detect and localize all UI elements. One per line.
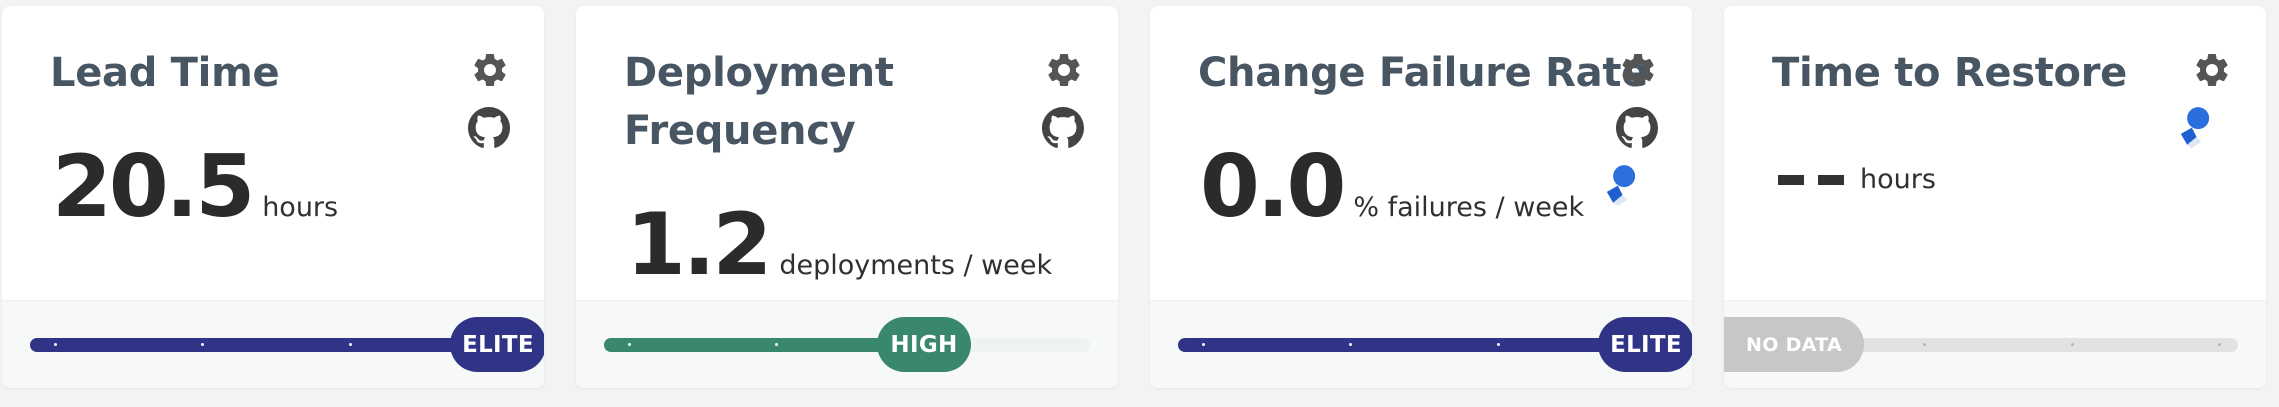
metric-unit: deployments / week bbox=[779, 250, 1053, 281]
dash bbox=[1818, 174, 1844, 185]
rating-tick bbox=[2218, 343, 2221, 346]
rating-tick bbox=[1497, 343, 1500, 346]
rating-tick bbox=[54, 343, 57, 346]
card-title: Time to Restore bbox=[1772, 50, 2127, 96]
rating-footer: HIGH bbox=[576, 300, 1118, 388]
metric-value: 1.2 bbox=[626, 195, 772, 295]
rating-tick bbox=[1349, 343, 1352, 346]
card-title: Deployment Frequency bbox=[624, 50, 894, 154]
rating-tick bbox=[775, 343, 778, 346]
card-title: Change Failure Rate bbox=[1198, 50, 1648, 96]
rating-tick bbox=[1202, 343, 1205, 346]
rating-badge: ELITE bbox=[450, 317, 544, 372]
rating-tick bbox=[349, 343, 352, 346]
rating-tick bbox=[1923, 343, 1926, 346]
rating-tick bbox=[628, 343, 631, 346]
metric-value: 0.0 bbox=[1200, 137, 1346, 237]
rating-tick bbox=[201, 343, 204, 346]
metric: 0.0 % failures / week bbox=[1200, 144, 1584, 230]
rating-badge: ELITE bbox=[1598, 317, 1692, 372]
rating-badge: HIGH bbox=[877, 317, 971, 372]
rating-badge: NO DATA bbox=[1724, 317, 1864, 372]
rating-tick bbox=[2071, 343, 2074, 346]
jira-icon bbox=[1606, 165, 1636, 206]
metric-card-lead-time: Lead Time 20.5 hours ELITE bbox=[2, 6, 544, 388]
no-data-dashes bbox=[1778, 174, 1844, 185]
gear-icon[interactable] bbox=[1618, 50, 1658, 90]
gear-icon[interactable] bbox=[470, 50, 510, 90]
gear-icon[interactable] bbox=[2192, 50, 2232, 90]
github-icon bbox=[1042, 107, 1084, 148]
rating-track bbox=[30, 338, 516, 352]
metric: hours bbox=[1778, 164, 1936, 195]
metric-unit: % failures / week bbox=[1353, 192, 1585, 223]
metric: 1.2 deployments / week bbox=[626, 202, 1052, 288]
rating-footer: NO DATA bbox=[1724, 300, 2266, 388]
metric-card-time-to-restore: Time to Restore hours NO DATA bbox=[1724, 6, 2266, 388]
metric-card-deployment-frequency: Deployment Frequency 1.2 deployments / w… bbox=[576, 6, 1118, 388]
dash bbox=[1778, 174, 1804, 185]
metric: 20.5 hours bbox=[52, 144, 338, 230]
metric-value: 20.5 bbox=[52, 137, 255, 237]
metric-card-change-failure-rate: Change Failure Rate 0.0 % failures / wee… bbox=[1150, 6, 1692, 388]
rating-track bbox=[1178, 338, 1664, 352]
github-icon bbox=[468, 107, 510, 148]
jira-icon bbox=[2180, 107, 2210, 148]
rating-footer: ELITE bbox=[1150, 300, 1692, 388]
rating-footer: ELITE bbox=[2, 300, 544, 388]
gear-icon[interactable] bbox=[1044, 50, 1084, 90]
card-title: Lead Time bbox=[50, 50, 280, 96]
rating-fill bbox=[604, 338, 924, 352]
metric-unit: hours bbox=[262, 192, 339, 223]
metric-unit: hours bbox=[1860, 164, 1936, 195]
github-icon bbox=[1616, 107, 1658, 148]
